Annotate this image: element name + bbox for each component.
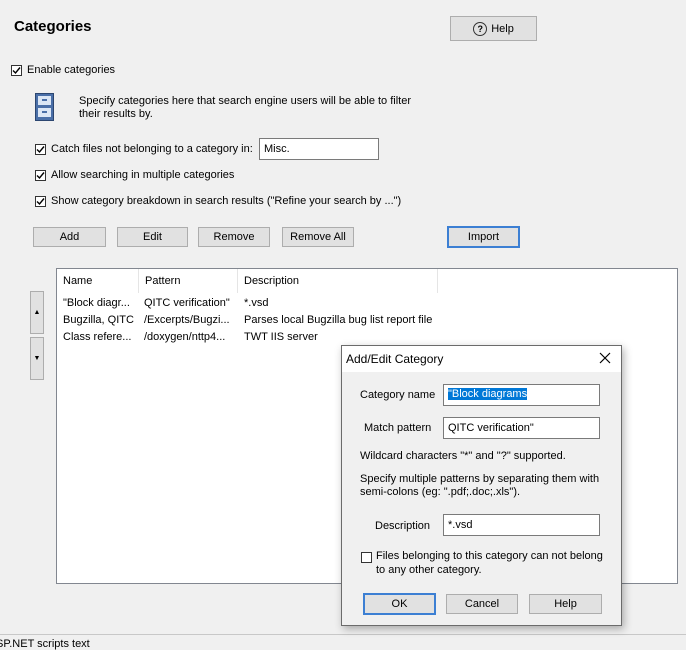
multiple-patterns-text-line2: semi-colons (eg: ".pdf;.doc;.xls"). <box>360 486 521 498</box>
remove-all-button[interactable]: Remove All <box>282 227 354 247</box>
help-icon: ? <box>473 21 488 36</box>
checkmark-icon <box>12 67 21 75</box>
column-header-name[interactable]: Name <box>57 269 139 293</box>
category-name-input[interactable]: "Block diagrams <box>443 384 600 406</box>
category-breakdown-checkbox[interactable] <box>35 196 46 207</box>
close-icon[interactable] <box>597 350 613 366</box>
match-pattern-label: Match pattern <box>364 422 432 434</box>
move-down-button[interactable]: ▼ <box>30 337 44 380</box>
exclusive-category-label-line1: Files belonging to this category can not… <box>376 550 603 562</box>
list-item-pattern: QITC verification" <box>144 297 230 309</box>
catch-files-label: Catch files not belonging to a category … <box>51 143 253 155</box>
checkmark-icon <box>36 198 45 206</box>
arrow-down-icon: ▼ <box>33 355 41 362</box>
list-item-description: Parses local Bugzilla bug list report fi… <box>244 314 433 326</box>
multi-categories-checkbox[interactable] <box>35 170 46 181</box>
page-title: Categories <box>14 18 92 35</box>
list-item-name: "Block diagr... <box>63 297 130 309</box>
dialog-help-button[interactable]: Help <box>529 594 602 614</box>
list-item-name: Bugzilla, QITC <box>63 314 134 326</box>
import-button[interactable]: Import <box>447 226 520 248</box>
catch-category-input[interactable]: Misc. <box>259 138 379 160</box>
edit-button[interactable]: Edit <box>117 227 188 247</box>
add-button[interactable]: Add <box>33 227 106 247</box>
cabinet-icon <box>35 93 54 121</box>
match-pattern-input[interactable]: QITC verification" <box>443 417 600 439</box>
dialog-title: Add/Edit Category <box>346 352 444 366</box>
list-item-description: *.vsd <box>244 297 269 309</box>
exclusive-category-checkbox[interactable] <box>361 552 372 563</box>
list-item-description: TWT IIS server <box>244 331 318 343</box>
list-item-pattern: /Excerpts/Bugzi... <box>144 314 230 326</box>
divider <box>0 634 686 635</box>
category-name-label: Category name <box>360 389 436 401</box>
column-header-description[interactable]: Description <box>238 269 438 293</box>
category-name-value: "Block diagrams <box>448 388 528 400</box>
column-header-pattern[interactable]: Pattern <box>139 269 238 293</box>
remove-button[interactable]: Remove <box>198 227 270 247</box>
add-edit-category-dialog: Add/Edit Category Category name "Block d… <box>341 345 622 626</box>
enable-categories-checkbox[interactable] <box>11 65 22 76</box>
multi-categories-label: Allow searching in multiple categories <box>51 169 235 181</box>
help-button[interactable]: ? Help <box>450 16 537 41</box>
ok-button[interactable]: OK <box>363 593 436 615</box>
multiple-patterns-text-line1: Specify multiple patterns by separating … <box>360 473 600 485</box>
dialog-titlebar[interactable]: Add/Edit Category <box>342 346 621 372</box>
cancel-button[interactable]: Cancel <box>446 594 518 614</box>
description-label: Description <box>375 520 431 532</box>
description-input[interactable]: *.vsd <box>443 514 600 536</box>
category-breakdown-label: Show category breakdown in search result… <box>51 195 402 207</box>
enable-categories-label: Enable categories <box>27 64 116 76</box>
wildcard-info-text: Wildcard characters "*" and "?" supporte… <box>360 450 566 462</box>
move-up-button[interactable]: ▲ <box>30 291 44 334</box>
list-item-name: Class refere... <box>63 331 132 343</box>
checkmark-icon <box>36 146 45 154</box>
list-item-pattern: /doxygen/nttp4... <box>144 331 226 343</box>
exclusive-category-label-line2: to any other category. <box>376 564 482 576</box>
checkmark-icon <box>36 172 45 180</box>
info-text-line2: their results by. <box>79 108 153 120</box>
arrow-up-icon: ▲ <box>33 309 41 316</box>
info-text-line1: Specify categories here that search engi… <box>79 95 412 107</box>
help-button-label: Help <box>491 22 514 35</box>
catch-files-checkbox[interactable] <box>35 144 46 155</box>
footer-partial-text: SP.NET scripts text <box>0 638 90 650</box>
